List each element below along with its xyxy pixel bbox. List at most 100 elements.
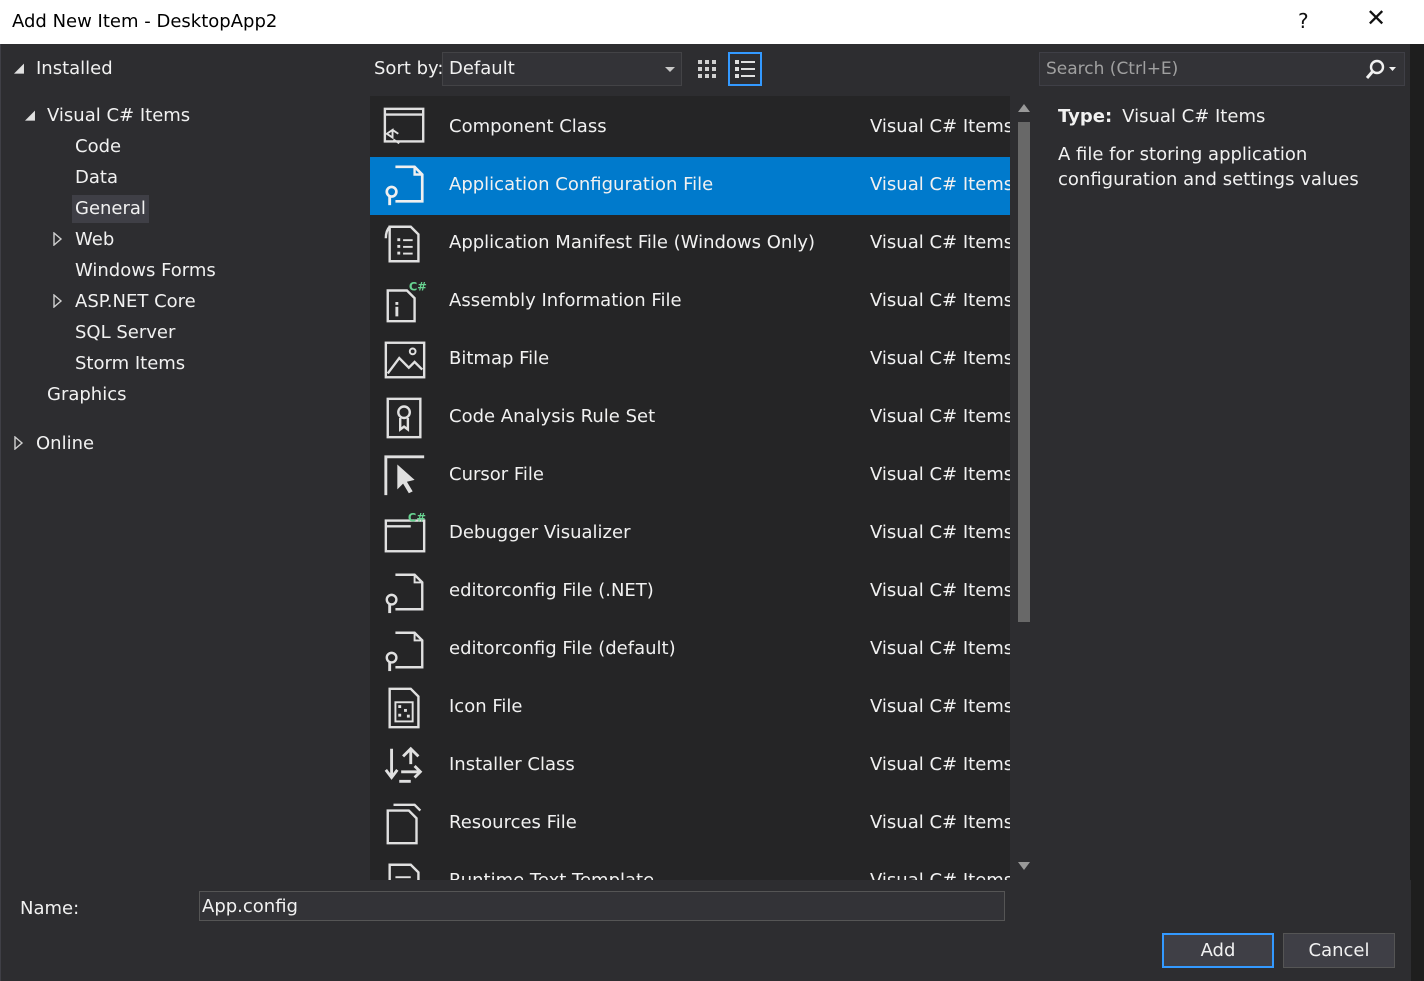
type-line: Type: Visual C# Items (1058, 106, 1265, 127)
tree-node-data[interactable]: Data (72, 164, 121, 192)
item-template-list: Component Class Visual C# Items Applicatio… (370, 96, 1010, 880)
item-template-name: Runtime Text Template (449, 870, 654, 880)
item-template-category: Visual C# Items (870, 638, 1010, 659)
item-template-category: Visual C# Items (870, 232, 1010, 253)
item-template-row[interactable]: editorconfig File (default) Visual C# Ite… (370, 621, 1010, 679)
item-template-category: Visual C# Items (870, 812, 1010, 833)
item-description: A file for storing application configura… (1058, 144, 1359, 190)
item-template-name: Code Analysis Rule Set (449, 406, 656, 427)
add-button[interactable]: Add (1162, 933, 1274, 968)
name-input[interactable] (199, 891, 1005, 921)
search-input[interactable] (1040, 53, 1358, 85)
editorconfig-icon (385, 631, 424, 672)
bitmap-file-icon (384, 341, 426, 379)
chevron-down-icon (665, 67, 675, 72)
collapsed-arrow-icon[interactable] (14, 436, 24, 450)
item-template-row[interactable]: Bitmap File Visual C# Items (370, 331, 1010, 389)
item-template-row[interactable]: Application Manifest File (Windows Only)… (370, 215, 1010, 273)
tree-node-web[interactable]: Web (72, 226, 117, 254)
template-tree: ◢ Installed ◢ Visual C# Items Code Data … (1, 44, 367, 880)
debugger-visualizer-icon: C# (384, 511, 426, 553)
vertical-scrollbar[interactable] (1013, 96, 1035, 880)
item-template-name: editorconfig File (.NET) (449, 580, 654, 601)
search-icon[interactable] (1364, 59, 1398, 81)
icon-file-icon (388, 687, 420, 729)
grid-view-icon (698, 60, 716, 78)
item-template-name: Icon File (449, 696, 523, 717)
list-view-button[interactable] (728, 52, 762, 86)
tree-node-visual-csharp[interactable]: Visual C# Items (44, 102, 193, 130)
item-template-category: Visual C# Items (870, 464, 1010, 485)
item-template-category: Visual C# Items (870, 580, 1010, 601)
item-template-row[interactable]: Icon File Visual C# Items (370, 679, 1010, 737)
sort-by-value: Default (449, 58, 515, 79)
item-template-name: Component Class (449, 116, 607, 137)
cancel-button[interactable]: Cancel (1283, 933, 1395, 968)
item-template-category: Visual C# Items (870, 116, 1010, 137)
collapsed-arrow-icon[interactable] (53, 294, 63, 308)
scroll-thumb[interactable] (1018, 122, 1030, 622)
list-view-icon (735, 60, 755, 78)
item-template-name: Installer Class (449, 754, 575, 775)
item-template-row[interactable]: Runtime Text Template Visual C# Items (370, 853, 1010, 880)
item-template-row[interactable]: Resources File Visual C# Items (370, 795, 1010, 853)
config-file-icon (385, 165, 424, 206)
tree-node-aspnet-core[interactable]: ASP.NET Core (72, 288, 199, 316)
sort-by-label: Sort by: (374, 58, 444, 79)
item-template-name: Assembly Information File (449, 290, 682, 311)
item-template-category: Visual C# Items (870, 174, 1010, 195)
tree-node-sql-server[interactable]: SQL Server (72, 319, 178, 347)
component-class-icon (383, 107, 425, 145)
help-button[interactable]: ? (1298, 9, 1309, 33)
tree-node-general[interactable]: General (72, 195, 149, 223)
type-label: Type: (1058, 106, 1113, 127)
expanded-arrow-icon[interactable]: ◢ (25, 102, 35, 130)
item-template-row[interactable]: C# Debugger Visualizer Visual C# Items (370, 505, 1010, 563)
item-template-row[interactable]: Component Class Visual C# Items (370, 99, 1010, 157)
scroll-up-arrow-icon[interactable] (1018, 104, 1030, 112)
item-template-category: Visual C# Items (870, 348, 1010, 369)
item-template-name: Resources File (449, 812, 577, 833)
scroll-down-arrow-icon[interactable] (1018, 862, 1030, 870)
editorconfig-icon (385, 573, 424, 614)
details-pane: Type: Visual C# Items A file for storing … (1041, 96, 1401, 880)
item-template-category: Visual C# Items (870, 522, 1010, 543)
tree-node-graphics[interactable]: Graphics (44, 381, 130, 409)
expanded-arrow-icon[interactable]: ◢ (14, 55, 24, 83)
item-template-category: Visual C# Items (870, 696, 1010, 717)
item-template-name: Application Configuration File (449, 174, 714, 195)
close-button[interactable]: ✕ (1366, 6, 1386, 30)
manifest-file-icon (384, 225, 420, 263)
item-template-row[interactable]: Cursor File Visual C# Items (370, 447, 1010, 505)
footer: Name: Add Cancel (1, 880, 1411, 981)
assembly-info-icon: C# (386, 280, 427, 323)
item-template-category: Visual C# Items (870, 870, 1010, 880)
item-template-row[interactable]: Application Configuration File Visual C# … (370, 157, 1010, 215)
window-title: Add New Item - DesktopApp2 (12, 11, 278, 32)
title-bar: Add New Item - DesktopApp2 ? ✕ (0, 0, 1424, 44)
type-value: Visual C# Items (1122, 106, 1266, 127)
item-template-name: Bitmap File (449, 348, 550, 369)
item-template-category: Visual C# Items (870, 406, 1010, 427)
item-template-category: Visual C# Items (870, 754, 1010, 775)
name-label: Name: (20, 898, 80, 919)
item-template-name: Application Manifest File (Windows Only) (449, 232, 816, 253)
rule-set-icon (386, 397, 422, 439)
item-template-row[interactable]: Code Analysis Rule Set Visual C# Items (370, 389, 1010, 447)
tree-node-windows-forms[interactable]: Windows Forms (72, 257, 219, 285)
add-new-item-dialog: ◢ Installed ◢ Visual C# Items Code Data … (0, 44, 1411, 981)
item-template-row[interactable]: C# Assembly Information File Visual C# Ite… (370, 273, 1010, 331)
tree-node-storm-items[interactable]: Storm Items (72, 350, 188, 378)
search-box (1039, 52, 1405, 86)
small-icons-view-button[interactable] (690, 52, 724, 86)
svg-text:C#: C# (409, 280, 427, 294)
item-template-row[interactable]: editorconfig File (.NET) Visual C# Items (370, 563, 1010, 621)
tree-node-installed[interactable]: Installed (33, 55, 116, 83)
window-edge (1410, 44, 1424, 981)
tree-node-online[interactable]: Online (33, 430, 97, 458)
resources-file-icon (386, 803, 422, 845)
sort-by-dropdown[interactable]: Default (442, 52, 682, 86)
collapsed-arrow-icon[interactable] (53, 232, 63, 246)
tree-node-code[interactable]: Code (72, 133, 124, 161)
item-template-row[interactable]: Installer Class Visual C# Items (370, 737, 1010, 795)
